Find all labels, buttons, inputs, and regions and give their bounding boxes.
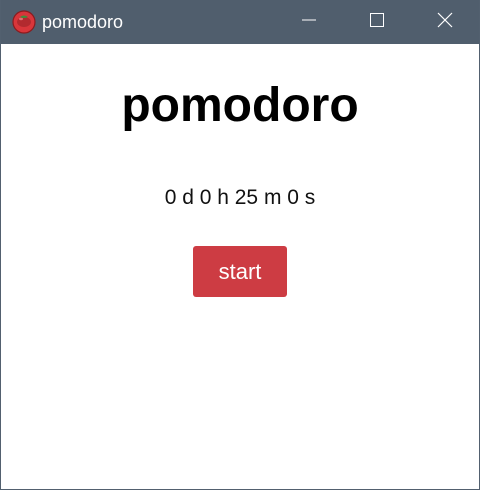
start-button[interactable]: start [193,246,287,297]
window-controls [275,0,479,44]
minimize-icon [301,12,317,33]
tomato-icon [12,10,36,34]
timer-display: 0 d 0 h 25 m 0 s [164,186,316,209]
minimize-button[interactable] [275,0,343,44]
maximize-icon [369,12,385,33]
main-content: pomodoro 0 d 0 h 25 m 0 s start [1,44,479,489]
window-title: pomodoro [42,12,124,32]
app-window: pomodoro pomodoro 0 d 0 h 25 m 0 s start [0,0,480,490]
maximize-button[interactable] [343,0,411,44]
close-icon [437,12,453,33]
page-title: pomodoro [121,79,359,132]
title-bar[interactable]: pomodoro [1,0,479,44]
close-button[interactable] [411,0,479,44]
